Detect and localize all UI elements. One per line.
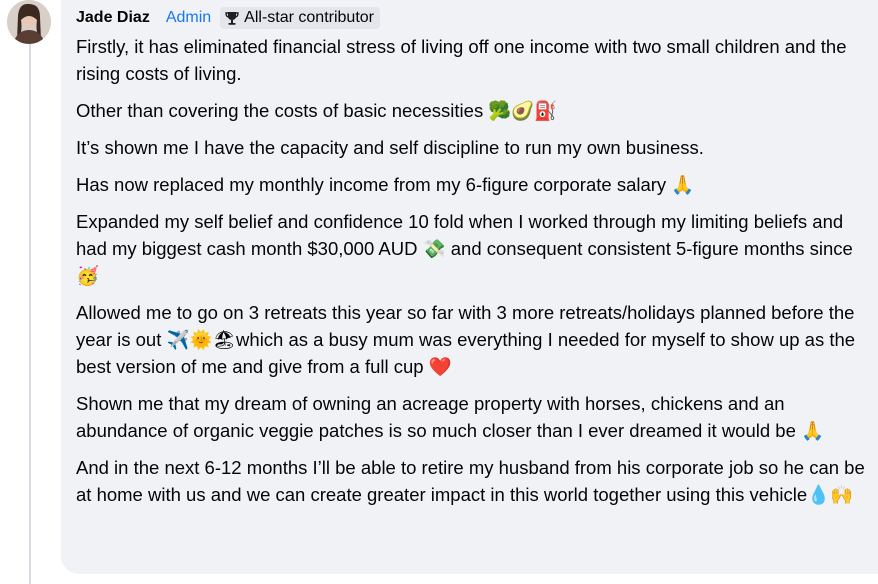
comment-paragraph: Allowed me to go on 3 retreats this year… (76, 302, 856, 377)
avatar[interactable] (7, 0, 51, 44)
trophy-icon (225, 12, 239, 25)
comment-paragraph: Other than covering the costs of basic n… (76, 100, 558, 121)
all-star-badge[interactable]: All-star contributor (220, 7, 380, 29)
comment-paragraph: Expanded my self belief and confidence 1… (76, 211, 853, 286)
comment-header: Jade Diaz Admin All-star contributor (76, 6, 380, 30)
admin-label: Admin (165, 9, 212, 26)
thread-line (29, 44, 31, 584)
comment-paragraph: It’s shown me I have the capacity and se… (76, 137, 704, 158)
comment-body: Firstly, it has eliminated financial str… (76, 33, 876, 518)
comment-paragraph: Firstly, it has eliminated financial str… (76, 36, 847, 84)
comment-paragraph: And in the next 6-12 months I’ll be able… (76, 457, 865, 505)
avatar-image (7, 0, 51, 44)
comment-paragraph: Shown me that my dream of owning an acre… (76, 393, 825, 441)
comment-paragraph: Has now replaced my monthly income from … (76, 174, 695, 195)
author-name[interactable]: Jade Diaz (76, 9, 150, 27)
badge-label: All-star contributor (244, 9, 374, 26)
